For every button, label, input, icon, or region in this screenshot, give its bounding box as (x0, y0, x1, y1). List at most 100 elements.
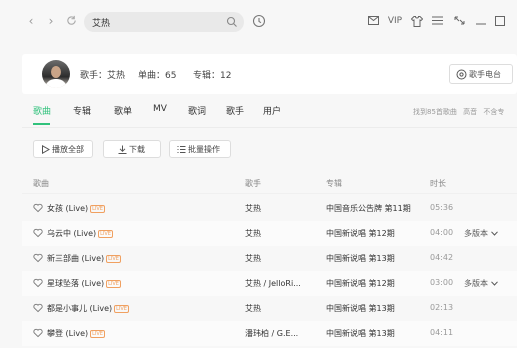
search-box[interactable] (84, 12, 244, 32)
song-title-cell[interactable]: 新三部曲 (Live) LIVE (47, 253, 121, 264)
duration-cell: 04:00 (430, 228, 454, 237)
song-title-cell[interactable]: 攀登 (Live) LIVE (47, 328, 105, 339)
song-title[interactable]: 乌云中 (Live) (47, 229, 96, 238)
song-title[interactable]: 星球坠落 (Live) (47, 279, 104, 288)
table-row[interactable]: 乌云中 (Live) LIVE 艾热 中国新说唱 第12期 04:00 多版本 (22, 221, 517, 246)
album-cell[interactable]: 中国新说唱 第13期 (326, 303, 395, 314)
album-cell[interactable]: 中国新说唱 第13期 (326, 328, 395, 339)
singer-name[interactable]: 歌手：艾热 (80, 68, 125, 81)
filter-no-vip[interactable]: 不含专 (483, 108, 504, 116)
search-icon[interactable] (226, 16, 238, 28)
artist-avatar[interactable] (42, 60, 70, 88)
chevron-down-icon (491, 231, 498, 236)
tabs-divider (22, 127, 517, 128)
song-title[interactable]: 女孩 (Live) (47, 204, 88, 213)
tab-songs[interactable]: 歌曲 (33, 104, 51, 117)
versions-dropdown[interactable]: 多版本 (464, 278, 498, 289)
table-row[interactable]: 新三部曲 (Live) LIVE 艾热 中国新说唱 第13期 04:42 (22, 246, 517, 271)
batch-label: 批量操作 (188, 145, 220, 154)
singles-count: 单曲：65 (138, 71, 177, 81)
play-all-button[interactable]: 播放全部 (33, 140, 93, 158)
song-title[interactable]: 攀登 (Live) (47, 329, 88, 338)
artist-card: 歌手：艾热 单曲：65 专辑：12 歌手电台 (22, 54, 517, 94)
radio-icon (456, 69, 467, 80)
batch-button[interactable]: 批量操作 (169, 140, 231, 158)
tab-albums[interactable]: 专辑 (73, 104, 91, 117)
back-icon[interactable]: ‹ (24, 13, 38, 29)
download-button[interactable]: 下载 (103, 140, 161, 158)
active-tab-indicator (33, 123, 50, 125)
table-row[interactable]: 女孩 (Live) LIVE 艾热 中国音乐公告牌 第11期 05:36 (22, 196, 517, 221)
song-title-cell[interactable]: 乌云中 (Live) LIVE (47, 228, 113, 239)
live-badge: LIVE (114, 304, 129, 313)
play-icon (42, 145, 50, 154)
forward-icon[interactable]: › (44, 13, 58, 29)
download-label: 下载 (129, 145, 145, 154)
skin-icon[interactable] (410, 14, 424, 28)
tab-lyrics[interactable]: 歌词 (188, 104, 206, 117)
mini-mode-icon[interactable] (452, 14, 466, 28)
list-icon (177, 146, 186, 153)
singer-cell[interactable]: 潘玮柏 / G.E... (245, 328, 298, 339)
albums-count: 专辑：12 (193, 71, 232, 81)
table-row[interactable]: 星球坠落 (Live) LIVE 艾热 / JelloRi... 中国新说唱 第12期… (22, 271, 517, 296)
heart-icon[interactable] (33, 328, 43, 338)
refresh-icon[interactable] (64, 13, 78, 29)
tab-playlists[interactable]: 歌单 (114, 104, 132, 117)
song-title[interactable]: 都是小事儿 (Live) (47, 304, 112, 313)
mail-icon[interactable] (366, 14, 380, 28)
singer-cell[interactable]: 艾热 (245, 203, 261, 214)
singer-cell[interactable]: 艾热 (245, 253, 261, 264)
album-cell[interactable]: 中国新说唱 第13期 (326, 253, 395, 264)
live-badge: LIVE (90, 329, 105, 338)
menu-icon[interactable] (430, 14, 444, 28)
versions-label: 多版本 (464, 279, 488, 288)
versions-dropdown[interactable]: 多版本 (464, 228, 498, 239)
album-cell[interactable]: 中国新说唱 第12期 (326, 228, 395, 239)
filter-hq[interactable]: 高音 (463, 108, 477, 116)
heart-icon[interactable] (33, 303, 43, 313)
minimize-icon[interactable] (474, 14, 488, 28)
header-singer: 歌手 (245, 179, 261, 188)
table-header: 歌曲 歌手 专辑 时长 (22, 170, 517, 194)
song-title-cell[interactable]: 女孩 (Live) LIVE (47, 203, 105, 214)
album-cell[interactable]: 中国新说唱 第12期 (326, 278, 395, 289)
singer-cell[interactable]: 艾热 / JelloRi... (245, 278, 301, 289)
play-all-label: 播放全部 (52, 145, 84, 154)
header-album: 专辑 (326, 179, 342, 188)
vip-label[interactable]: VIP (386, 14, 404, 28)
heart-icon[interactable] (33, 278, 43, 288)
result-count: 找到85首歌曲 (413, 108, 457, 116)
tab-singers[interactable]: 歌手 (226, 104, 244, 117)
tab-users[interactable]: 用户 (263, 104, 281, 117)
live-badge: LIVE (90, 204, 105, 213)
heart-icon[interactable] (33, 228, 43, 238)
live-badge: LIVE (106, 254, 121, 263)
maximize-icon[interactable] (493, 14, 507, 28)
duration-cell: 03:00 (430, 278, 454, 287)
artist-radio-label: 歌手电台 (469, 70, 501, 79)
duration-cell: 05:36 (430, 203, 454, 212)
table-row[interactable]: 攀登 (Live) LIVE 潘玮柏 / G.E... 中国新说唱 第13期 04:11 (22, 321, 517, 346)
heart-icon[interactable] (33, 203, 43, 213)
tab-mv[interactable]: MV (153, 104, 167, 114)
result-info: 找到85首歌曲 高音 不含专 (413, 107, 508, 117)
artist-radio-button[interactable]: 歌手电台 (449, 64, 513, 84)
versions-label: 多版本 (464, 229, 488, 238)
song-title[interactable]: 新三部曲 (Live) (47, 254, 104, 263)
live-badge: LIVE (106, 279, 121, 288)
song-title-cell[interactable]: 都是小事儿 (Live) LIVE (47, 303, 129, 314)
duration-cell: 04:11 (430, 328, 454, 337)
song-title-cell[interactable]: 星球坠落 (Live) LIVE (47, 278, 121, 289)
live-badge: LIVE (98, 229, 113, 238)
heart-icon[interactable] (33, 253, 43, 263)
history-icon[interactable] (252, 14, 266, 28)
album-cell[interactable]: 中国音乐公告牌 第11期 (326, 203, 411, 214)
duration-cell: 04:42 (430, 253, 454, 262)
table-row[interactable]: 都是小事儿 (Live) LIVE 艾热 中国新说唱 第13期 02:13 (22, 296, 517, 321)
download-icon (118, 145, 127, 154)
singer-cell[interactable]: 艾热 (245, 303, 261, 314)
duration-cell: 02:13 (430, 303, 454, 312)
search-input[interactable] (92, 15, 222, 29)
singer-cell[interactable]: 艾热 (245, 228, 261, 239)
